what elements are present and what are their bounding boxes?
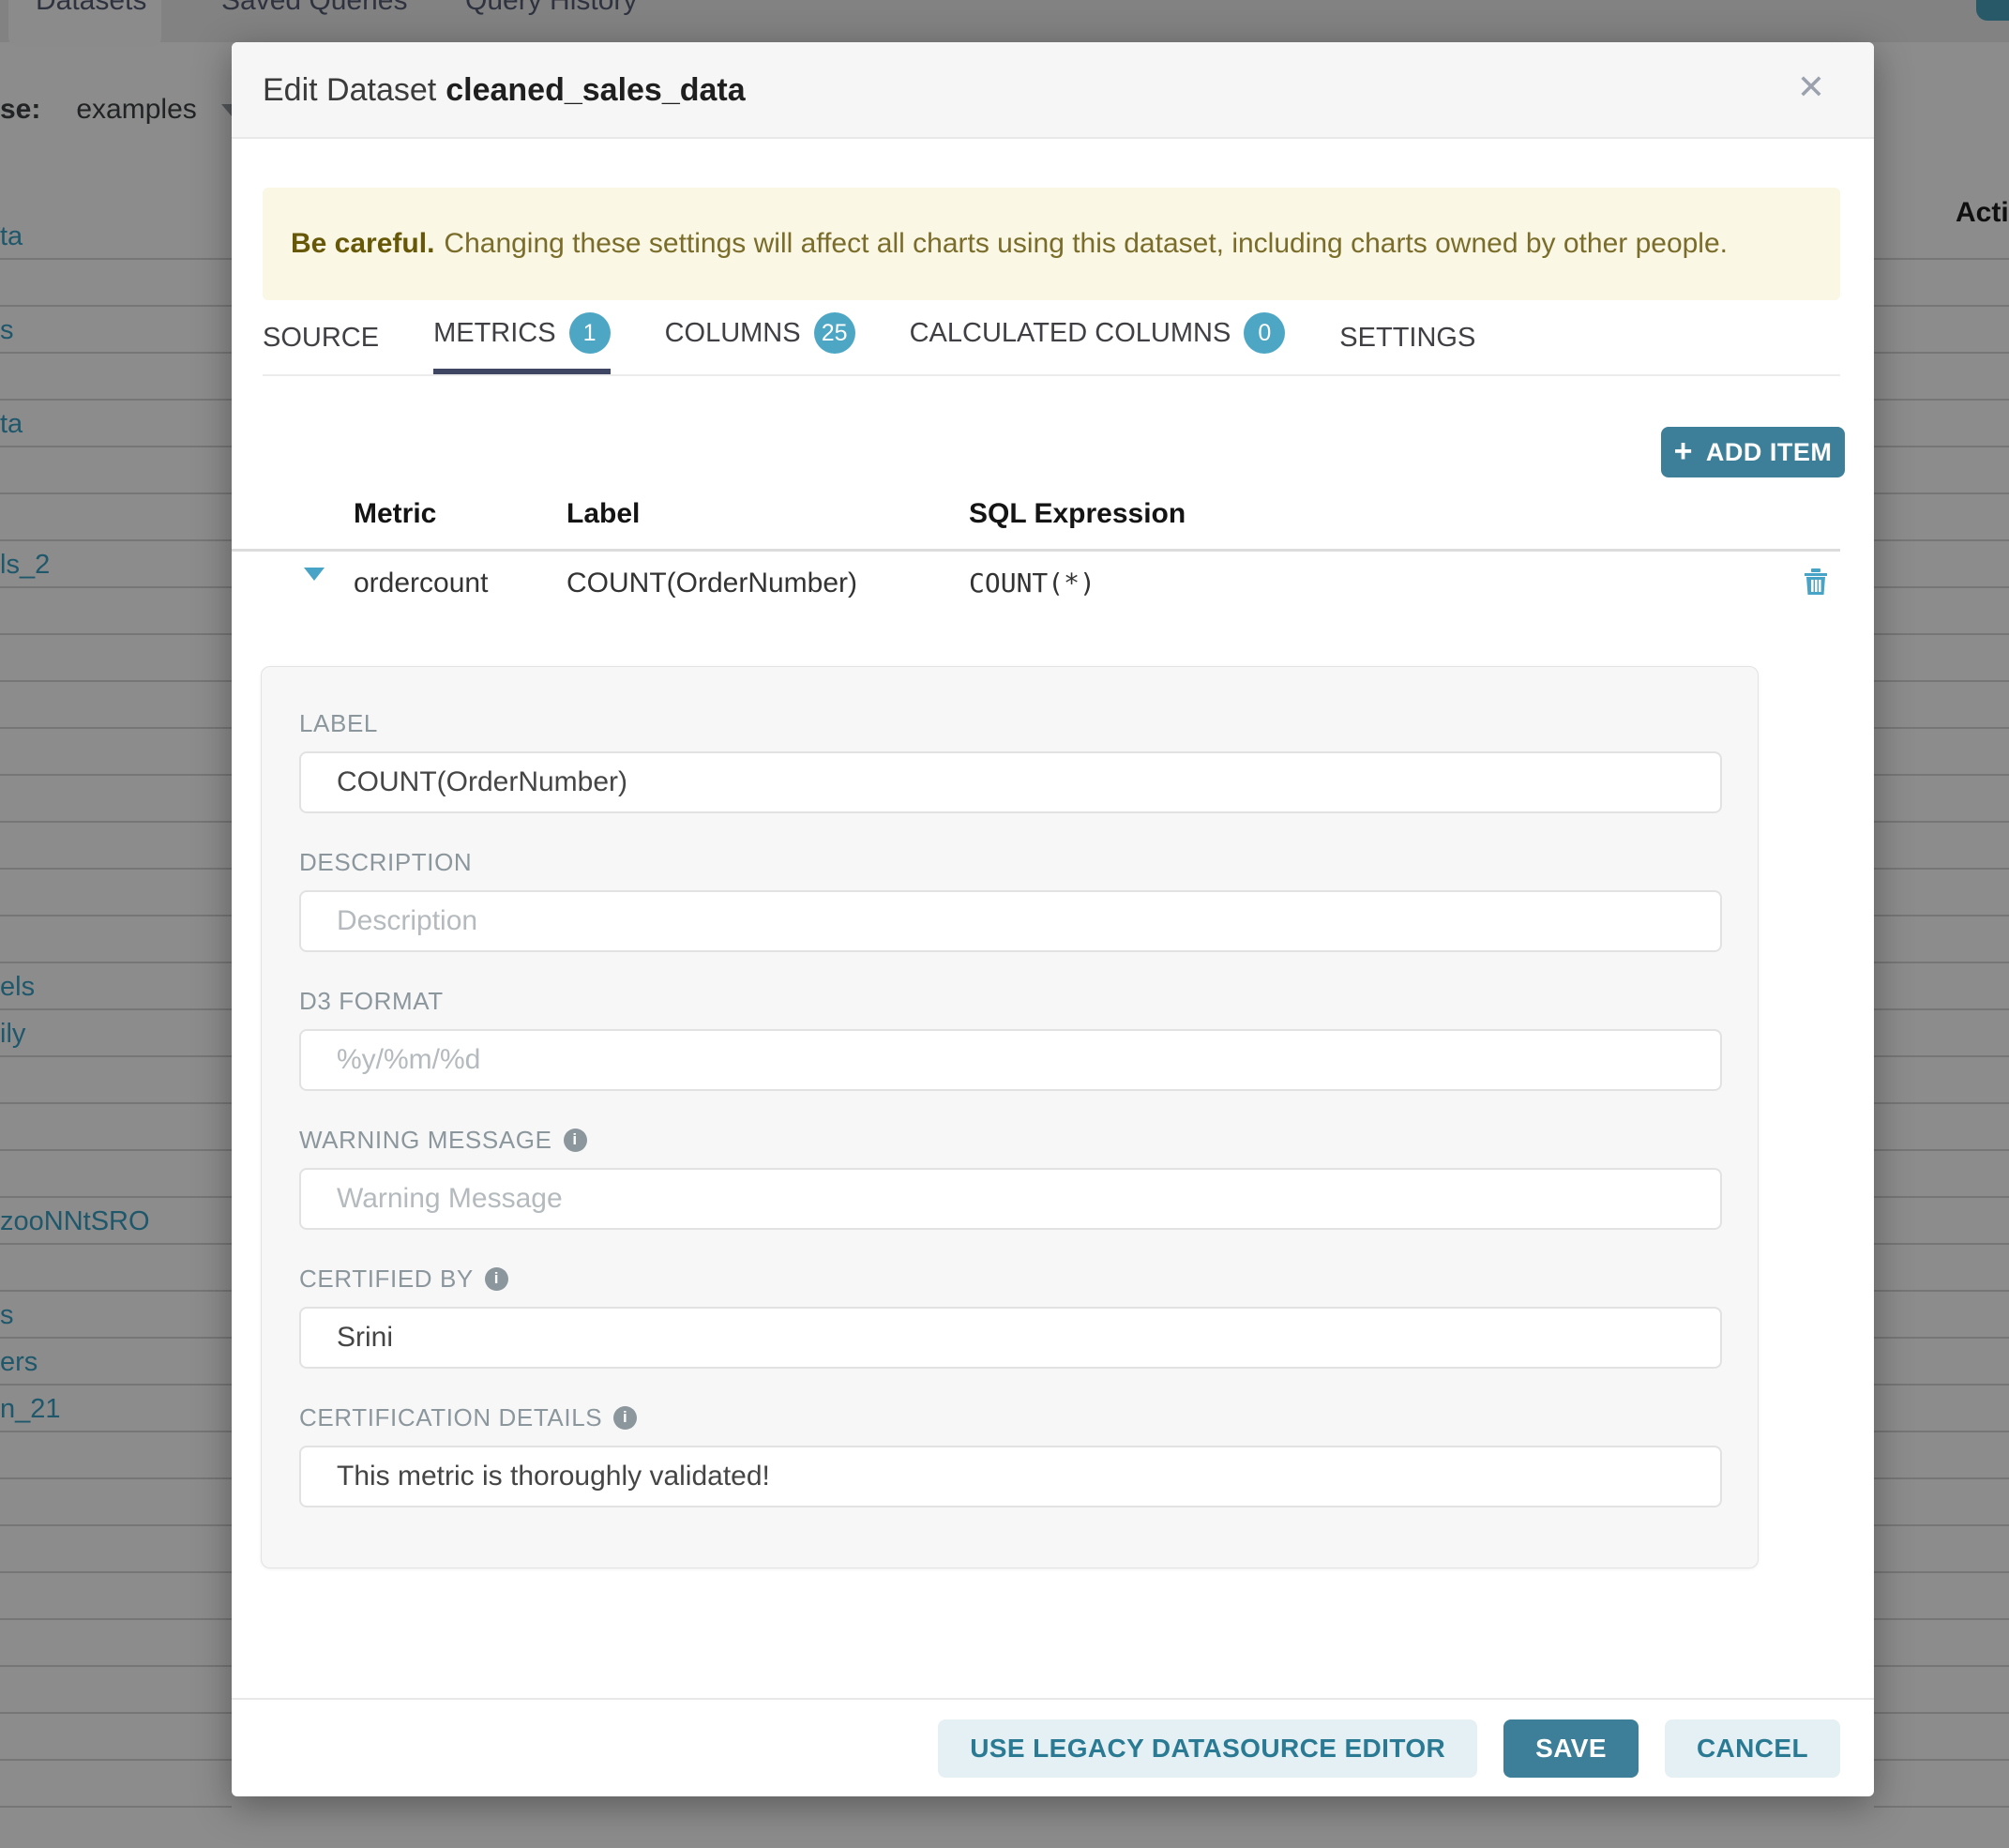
tab-metrics-label: METRICS: [433, 318, 556, 349]
info-icon: i: [613, 1406, 637, 1430]
tab-calculated-columns[interactable]: CALCULATED COLUMNS 0: [910, 312, 1286, 374]
delete-metric-icon[interactable]: [1804, 568, 1828, 603]
tab-calculated-columns-label: CALCULATED COLUMNS: [910, 318, 1231, 349]
column-header-sql-expression: SQL Expression: [969, 498, 1186, 530]
table-row: ordercount COUNT(OrderNumber) COUNT(*): [232, 568, 1874, 601]
tab-source-label: SOURCE: [263, 323, 379, 354]
warning-message-field: WARNING MESSAGE i: [299, 1125, 1722, 1230]
tab-settings-label: SETTINGS: [1339, 323, 1475, 354]
label-input[interactable]: [299, 751, 1722, 813]
save-button[interactable]: SAVE: [1503, 1719, 1639, 1778]
modal-header: Edit Dataset cleaned_sales_data ✕: [232, 42, 1874, 139]
description-field: DESCRIPTION: [299, 847, 1722, 952]
table-divider: [232, 549, 1840, 552]
label-field-label: LABEL: [299, 708, 1722, 738]
description-field-label: DESCRIPTION: [299, 847, 1722, 877]
metric-label: COUNT(OrderNumber): [566, 568, 857, 599]
d3-format-field: D3 FORMAT: [299, 986, 1722, 1091]
plus-icon: +: [1674, 435, 1693, 467]
warning-banner-bold: Be careful.: [291, 228, 434, 260]
info-icon: i: [485, 1267, 508, 1291]
warning-message-field-label: WARNING MESSAGE i: [299, 1125, 1722, 1155]
add-item-button[interactable]: + ADD ITEM: [1661, 427, 1845, 477]
close-icon[interactable]: ✕: [1797, 70, 1825, 104]
modal-tabs: SOURCE METRICS 1 COLUMNS 25 CALCULATED C…: [263, 314, 1840, 376]
modal-title-prefix: Edit Dataset: [263, 72, 436, 109]
tab-columns-label: COLUMNS: [665, 318, 801, 349]
certified-by-input[interactable]: [299, 1307, 1722, 1369]
warning-banner: Be careful. Changing these settings will…: [263, 188, 1840, 300]
modal-title: Edit Dataset cleaned_sales_data: [263, 42, 746, 139]
warning-banner-text: Changing these settings will affect all …: [444, 228, 1728, 260]
tab-settings[interactable]: SETTINGS: [1339, 323, 1475, 374]
d3-format-input[interactable]: [299, 1029, 1722, 1091]
label-field: LABEL: [299, 708, 1722, 813]
metric-edit-panel: LABEL DESCRIPTION D3 FORMAT WARNING MESS…: [261, 666, 1759, 1568]
use-legacy-datasource-editor-button[interactable]: USE LEGACY DATASOURCE EDITOR: [938, 1719, 1477, 1778]
tab-columns[interactable]: COLUMNS 25: [665, 312, 855, 374]
metric-sql: COUNT(*): [969, 568, 1095, 598]
metric-name: ordercount: [354, 568, 488, 599]
d3-format-field-label: D3 FORMAT: [299, 986, 1722, 1016]
expand-caret-icon[interactable]: [304, 568, 325, 581]
certified-by-field: CERTIFIED BY i: [299, 1264, 1722, 1369]
warning-message-input[interactable]: [299, 1168, 1722, 1230]
metrics-table-header: Metric Label SQL Expression: [232, 498, 1874, 532]
modal-title-dataset-name: cleaned_sales_data: [446, 72, 745, 109]
certification-details-field: CERTIFICATION DETAILS i: [299, 1402, 1722, 1507]
add-item-label: ADD ITEM: [1706, 438, 1833, 467]
columns-count-badge: 25: [814, 312, 855, 354]
calculated-columns-count-badge: 0: [1244, 312, 1285, 354]
certification-details-field-label: CERTIFICATION DETAILS i: [299, 1402, 1722, 1432]
certified-by-field-label: CERTIFIED BY i: [299, 1264, 1722, 1294]
column-header-label: Label: [566, 498, 640, 530]
edit-dataset-modal: Edit Dataset cleaned_sales_data ✕ Be car…: [232, 42, 1874, 1796]
metrics-count-badge: 1: [569, 312, 611, 354]
cancel-button[interactable]: CANCEL: [1665, 1719, 1840, 1778]
info-icon: i: [564, 1128, 587, 1152]
description-input[interactable]: [299, 890, 1722, 952]
tab-metrics[interactable]: METRICS 1: [433, 312, 611, 374]
column-header-metric: Metric: [354, 498, 436, 530]
certification-details-input[interactable]: [299, 1446, 1722, 1507]
modal-footer: USE LEGACY DATASOURCE EDITOR SAVE CANCEL: [232, 1698, 1874, 1796]
tab-source[interactable]: SOURCE: [263, 323, 379, 374]
